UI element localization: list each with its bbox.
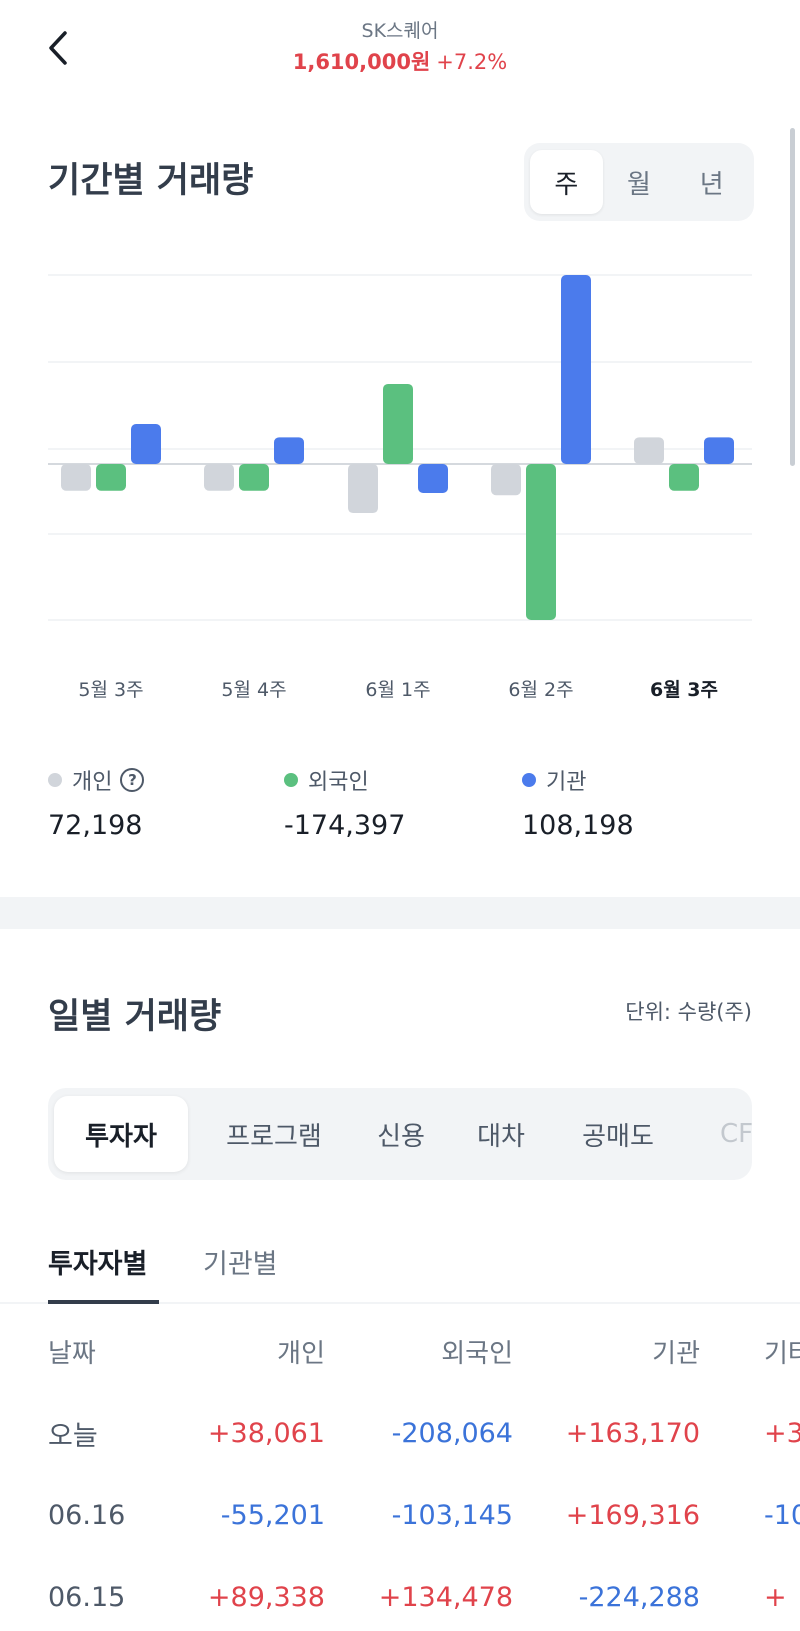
x-tick-label: 6월 1주	[365, 679, 430, 701]
scrollbar[interactable]	[790, 128, 795, 466]
x-tick-label: 6월 3주	[650, 679, 718, 701]
bar-institution[interactable]	[418, 464, 448, 493]
legend-value-individual: 72,198	[48, 810, 143, 841]
tab-investor[interactable]: 투자자	[54, 1096, 188, 1172]
tab-lending[interactable]: 대차	[456, 1096, 546, 1172]
bar-individual[interactable]	[61, 464, 91, 491]
row-date: 06.16	[48, 1499, 126, 1531]
segment-month[interactable]: 월	[603, 150, 676, 214]
bar-institution[interactable]	[274, 437, 304, 464]
table-row[interactable]: 06.15 +89,338 +134,478 -224,288 +	[0, 1556, 800, 1631]
bar-foreign[interactable]	[96, 464, 126, 491]
subtab-by-institution[interactable]: 기관별	[203, 1236, 278, 1304]
chart-svg: 5월 3주 5월 4주 6월 1주 6월 2주 6월 3주	[48, 274, 752, 701]
segment-week[interactable]: 주	[530, 150, 603, 214]
section-divider	[0, 897, 800, 929]
row-institution: -224,288	[578, 1581, 700, 1613]
row-foreign: -208,064	[391, 1417, 513, 1449]
header-foreign: 외국인	[441, 1338, 513, 1369]
bar-individual[interactable]	[348, 464, 378, 514]
bar-institution[interactable]	[131, 423, 161, 464]
bar-individual[interactable]	[204, 464, 234, 491]
row-institution: +169,316	[565, 1499, 700, 1531]
table-row[interactable]: 06.16 -55,201 -103,145 +169,316 -10	[0, 1474, 800, 1556]
help-icon[interactable]: ?	[120, 768, 145, 792]
bar-individual[interactable]	[491, 464, 521, 496]
stock-header: SK스퀘어 1,610,000원 +7.2%	[0, 0, 800, 90]
stock-price-line: 1,610,000원 +7.2%	[0, 46, 800, 76]
bar-foreign[interactable]	[526, 464, 556, 620]
row-individual: +89,338	[207, 1581, 325, 1613]
x-tick-label: 5월 4주	[221, 679, 286, 701]
legend-value-foreign: -174,397	[284, 810, 406, 841]
legend-dot-foreign	[284, 773, 298, 787]
x-tick-label: 5월 3주	[78, 679, 143, 701]
tab-short-sale[interactable]: 공매도	[558, 1096, 678, 1172]
x-tick-label: 6월 2주	[508, 679, 573, 701]
bar-foreign[interactable]	[383, 383, 413, 464]
bar-foreign[interactable]	[669, 464, 699, 491]
subtab-by-investor[interactable]: 투자자별	[48, 1236, 159, 1304]
row-institution: +163,170	[565, 1417, 700, 1449]
row-foreign: +134,478	[378, 1581, 513, 1613]
legend-institution: 기관 108,198	[522, 764, 634, 841]
row-etc: +	[764, 1581, 787, 1613]
chart-legend: 개인 ? 72,198 외국인 -174,397 기관 108,198	[0, 764, 800, 854]
legend-individual: 개인 ? 72,198	[48, 764, 145, 841]
bar-institution[interactable]	[704, 437, 734, 464]
bar-individual[interactable]	[634, 437, 664, 464]
unit-label: 단위: 수량(주)	[625, 1000, 752, 1024]
legend-dot-institution	[522, 773, 536, 787]
legend-foreign: 외국인 -174,397	[284, 764, 405, 841]
tab-credit[interactable]: 신용	[358, 1096, 444, 1172]
table-header-row: 날짜 개인 외국인 기관 기타	[0, 1310, 800, 1392]
row-etc: -10	[764, 1499, 800, 1531]
row-date: 06.15	[48, 1581, 126, 1613]
row-etc: +3	[764, 1417, 800, 1449]
stock-price: 1,610,000원	[292, 50, 431, 74]
bar-institution[interactable]	[561, 275, 591, 464]
row-foreign: -103,145	[391, 1499, 513, 1531]
period-volume-chart: 5월 3주 5월 4주 6월 1주 6월 2주 6월 3주	[48, 265, 752, 715]
row-individual: +38,061	[207, 1417, 325, 1449]
bar-foreign[interactable]	[239, 464, 269, 491]
period-segmented-control: 주 월 년	[524, 143, 754, 221]
header-institution: 기관	[652, 1338, 700, 1369]
legend-label-foreign: 외국인	[308, 770, 369, 795]
tab-program[interactable]: 프로그램	[198, 1096, 350, 1172]
row-individual: -55,201	[220, 1499, 325, 1531]
legend-label-institution: 기관	[546, 770, 587, 795]
table-row[interactable]: 오늘 +38,061 -208,064 +163,170 +3	[0, 1392, 800, 1474]
segment-year[interactable]: 년	[675, 150, 748, 214]
stock-name: SK스퀘어	[361, 20, 439, 42]
header-date: 날짜	[48, 1338, 96, 1369]
price-change: +7.2%	[436, 50, 508, 74]
legend-value-institution: 108,198	[522, 810, 634, 841]
daily-tab-bar: 투자자 프로그램 신용 대차 공매도 CF	[48, 1088, 752, 1180]
period-volume-title: 기간별 거래량	[48, 161, 254, 201]
tab-cf[interactable]: CF	[720, 1096, 752, 1172]
legend-dot-individual	[48, 773, 62, 787]
header-etc: 기타	[764, 1338, 800, 1369]
row-date: 오늘	[48, 1420, 98, 1452]
daily-subtab-bar: 투자자별 기관별	[0, 1236, 800, 1304]
legend-label-individual: 개인	[72, 770, 113, 795]
daily-volume-title: 일별 거래량	[48, 997, 222, 1037]
header-individual: 개인	[277, 1338, 325, 1369]
